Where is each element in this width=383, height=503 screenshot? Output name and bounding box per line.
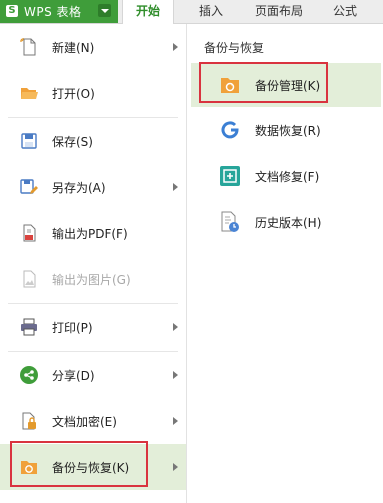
save-as-icon — [19, 177, 39, 197]
tab-insert[interactable]: 插入 — [186, 0, 236, 23]
menu-item-label: 文档加密(E) — [52, 415, 117, 429]
chevron-right-icon — [173, 323, 178, 331]
printer-icon — [19, 317, 39, 337]
menu-item-save-as[interactable]: 另存为(A) — [0, 164, 186, 210]
menu-item-label: 打印(P) — [52, 321, 93, 335]
menu-item-save[interactable]: 保存(S) — [0, 118, 186, 164]
menu-item-share[interactable]: 分享(D) — [0, 352, 186, 398]
chevron-right-icon — [173, 463, 178, 471]
top-toolbar: S WPS 表格 开始 插入 页面布局 公式 — [0, 0, 383, 24]
menu-item-label: 保存(S) — [52, 135, 93, 149]
menu-item-export-image[interactable]: 输出为图片(G) — [0, 256, 186, 302]
menu-item-open[interactable]: 打开(O) — [0, 70, 186, 116]
menu-item-label: 另存为(A) — [52, 181, 106, 195]
chevron-right-icon — [173, 371, 178, 379]
tab-start[interactable]: 开始 — [122, 0, 174, 24]
folder-open-icon — [19, 83, 39, 103]
menu-item-new[interactable]: 新建(N) — [0, 24, 186, 70]
share-icon — [19, 365, 39, 385]
menu-item-label: 新建(N) — [52, 41, 95, 55]
chevron-right-icon — [173, 417, 178, 425]
highlight-box-backup-restore — [10, 441, 148, 487]
submenu-item-label: 历史版本(H) — [255, 216, 322, 230]
menu-item-label: 打开(O) — [52, 87, 95, 101]
chevron-down-icon — [98, 4, 111, 17]
app-title: WPS 表格 — [24, 5, 82, 19]
menu-item-print[interactable]: 打印(P) — [0, 304, 186, 350]
wps-app-menu-button[interactable]: S WPS 表格 — [0, 0, 118, 23]
highlight-box-backup-manage — [199, 62, 328, 103]
submenu-item-data-recovery[interactable]: 数据恢复(R) — [191, 108, 381, 152]
chevron-right-icon — [173, 43, 178, 51]
chevron-right-icon — [173, 183, 178, 191]
lock-document-icon — [19, 411, 39, 431]
pdf-icon — [19, 223, 39, 243]
submenu-item-label: 文档修复(F) — [255, 170, 320, 184]
menu-item-encrypt[interactable]: 文档加密(E) — [0, 398, 186, 444]
wps-logo-icon: S — [6, 5, 18, 17]
submenu-item-document-repair[interactable]: 文档修复(F) — [191, 154, 381, 198]
document-repair-icon — [219, 165, 241, 187]
menu-item-export-pdf[interactable]: 输出为PDF(F) — [0, 210, 186, 256]
data-recovery-icon — [219, 119, 241, 141]
save-icon — [19, 131, 39, 151]
submenu-title: 备份与恢复 — [204, 41, 265, 55]
new-file-icon — [19, 37, 39, 57]
submenu-item-label: 数据恢复(R) — [255, 124, 321, 138]
tab-page-layout[interactable]: 页面布局 — [244, 0, 314, 23]
submenu-item-history-version[interactable]: 历史版本(H) — [191, 200, 381, 244]
tab-formula[interactable]: 公式 — [320, 0, 370, 23]
history-version-icon — [219, 211, 241, 233]
menu-item-label: 输出为PDF(F) — [52, 227, 128, 241]
image-export-icon — [19, 269, 39, 289]
menu-item-label: 输出为图片(G) — [52, 273, 131, 287]
menu-item-label: 分享(D) — [52, 369, 95, 383]
file-menu: 新建(N) 打开(O) 保存(S) 另存为(A) 输出为PDF(F) 输出为图片… — [0, 24, 187, 503]
